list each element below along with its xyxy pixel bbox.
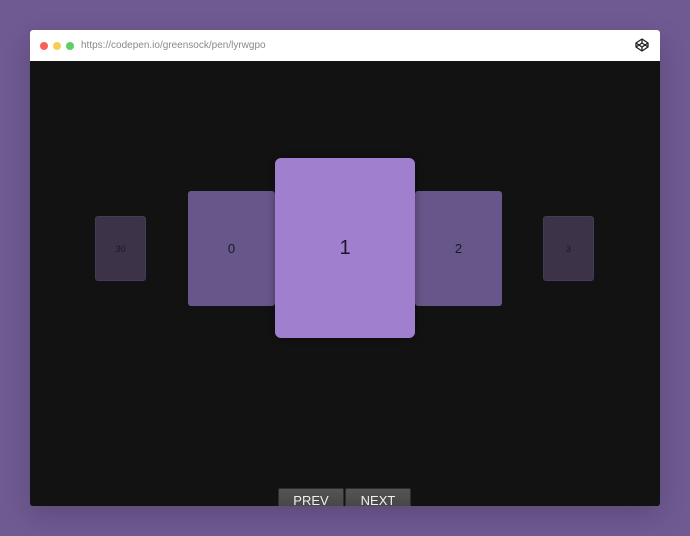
carousel-card-active[interactable]: 1 — [275, 158, 415, 338]
carousel-stage: 30 0 2 3 1 PREV NEXT — [30, 61, 660, 506]
address-url[interactable]: https://codepen.io/greensock/pen/lyrwgpo — [81, 39, 266, 52]
carousel-card[interactable]: 2 — [415, 191, 502, 306]
browser-window: https://codepen.io/greensock/pen/lyrwgpo… — [30, 30, 660, 506]
carousel-card[interactable]: 30 — [95, 216, 146, 281]
prev-button[interactable]: PREV — [278, 488, 344, 506]
browser-titlebar: https://codepen.io/greensock/pen/lyrwgpo — [30, 30, 660, 61]
next-button[interactable]: NEXT — [345, 488, 411, 506]
maximize-window-dot[interactable] — [66, 41, 74, 50]
card-label: 30 — [115, 243, 126, 254]
carousel-card[interactable]: 3 — [543, 216, 594, 281]
codepen-icon[interactable] — [635, 38, 649, 52]
card-label: 1 — [339, 236, 351, 259]
carousel-card[interactable]: 0 — [188, 191, 275, 306]
close-window-dot[interactable] — [40, 41, 48, 50]
card-label: 2 — [454, 241, 463, 256]
card-label: 3 — [565, 243, 571, 254]
card-label: 0 — [227, 241, 236, 256]
minimize-window-dot[interactable] — [53, 41, 61, 50]
